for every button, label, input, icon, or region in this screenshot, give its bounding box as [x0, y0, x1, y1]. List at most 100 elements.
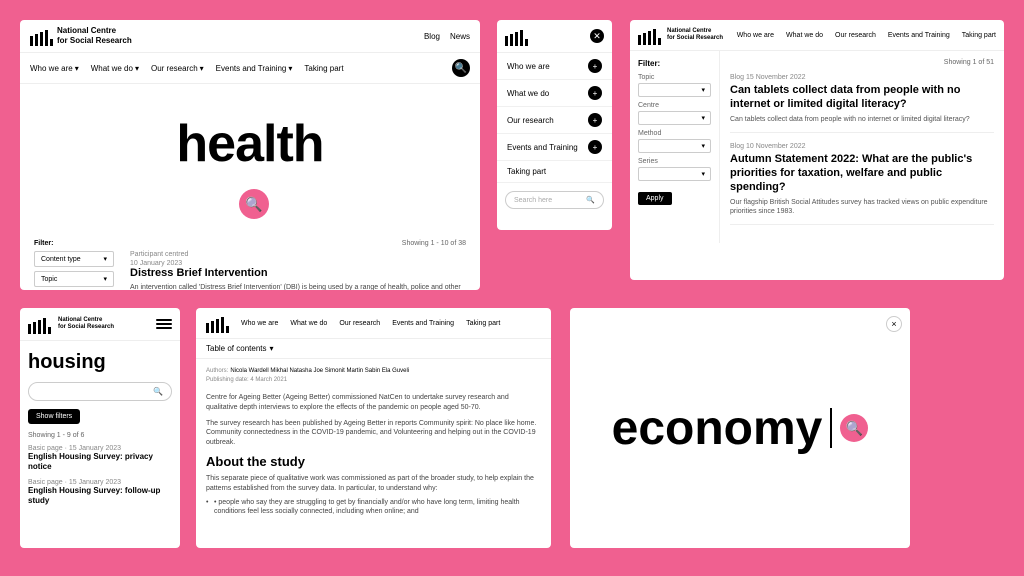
events-nav[interactable]: Events and Training ▾ — [216, 64, 293, 73]
economy-title-area: economy 🔍 — [612, 401, 869, 456]
taking-part-nav[interactable]: Taking part — [304, 64, 343, 73]
logo-bar-1 — [30, 36, 33, 46]
housing-search-icon[interactable]: 🔍 — [153, 387, 163, 396]
our-research-nav-3[interactable]: Our research — [835, 32, 876, 39]
card3-logo-text: National Centre for Social Research — [667, 28, 723, 42]
linkedin-link[interactable]: LinkedIn — [518, 359, 541, 389]
close-icon[interactable]: ✕ — [590, 29, 604, 43]
article-meta-row: Authors: Nicola Wardell Mikhal Natasha J… — [206, 367, 541, 389]
filter-title: Filter: — [638, 59, 711, 68]
topic-filter-group: Topic ▾ — [638, 74, 711, 97]
blog-link[interactable]: Blog — [424, 32, 440, 41]
search-icon[interactable]: 🔍 — [452, 59, 470, 77]
mobile-search-icon[interactable]: 🔍 — [586, 196, 595, 204]
logo-bar-5 — [50, 39, 53, 46]
filter-label: Filter: — [34, 240, 114, 247]
article1-date: 15 November 2022 — [746, 74, 806, 81]
who-we-are-nav[interactable]: Who we are ▾ — [30, 64, 79, 73]
logo-bar-3 — [40, 32, 43, 46]
share-label: Share — [440, 359, 456, 389]
result-desc: An intervention called 'Distress Brief I… — [130, 283, 466, 290]
mobile-nav-who[interactable]: Who we are + — [497, 53, 612, 80]
card4-logo-icon — [28, 314, 51, 334]
housing-search-input[interactable]: 🔍 — [28, 382, 172, 401]
article-item-1: Blog 15 November 2022 Can tablets collec… — [730, 74, 994, 133]
card-health-search: National Centre for Social Research Blog… — [20, 20, 480, 290]
taking-part-nav-5[interactable]: Taking part — [466, 320, 500, 327]
article1-meta: Blog 15 November 2022 — [730, 74, 994, 81]
article-body-text-3: This separate piece of qualitative work … — [206, 474, 541, 494]
who-we-are-nav-3[interactable]: Who we are — [737, 32, 774, 39]
method-label: Method — [638, 130, 711, 137]
mobile-nav-taking[interactable]: Taking part — [497, 161, 612, 183]
result-content: Showing 1 - 10 of 38 Participant centred… — [130, 240, 466, 290]
what-we-do-nav[interactable]: What we do ▾ — [91, 64, 139, 73]
news-link[interactable]: News — [450, 32, 470, 41]
topic-label: Topic — [638, 74, 711, 81]
article-body-text-2: The survey research has been published b… — [206, 419, 541, 448]
events-nav-5[interactable]: Events and Training — [392, 320, 454, 327]
card4-header: National Centre for Social Research — [20, 308, 180, 341]
filter-panel: Filter: Content type ▾ Topic ▾ Centre ▾ — [34, 240, 114, 290]
article-body: Authors: Nicola Wardell Mikhal Natasha J… — [196, 359, 551, 525]
card3-nav: National Centre for Social Research Who … — [630, 20, 1004, 51]
content-type-filter[interactable]: Content type ▾ — [34, 251, 114, 267]
showing-count: Showing 1 - 10 of 38 — [130, 240, 466, 247]
articles-panel: Showing 1 of 51 Blog 15 November 2022 Ca… — [720, 51, 1004, 243]
method-filter-group: Method ▾ — [638, 130, 711, 153]
article2-date: 10 November 2022 — [746, 143, 806, 150]
article1-title[interactable]: Can tablets collect data from people wit… — [730, 83, 994, 112]
share-row: Share Twitter Facebook LinkedIn — [440, 359, 541, 389]
economy-search-button[interactable]: 🔍 — [840, 414, 868, 442]
our-research-nav[interactable]: Our research ▾ — [151, 64, 204, 73]
authors-block: Authors: Nicola Wardell Mikhal Natasha J… — [206, 367, 409, 389]
housing-result-1: Basic page · 15 January 2023 English Hou… — [28, 445, 172, 473]
housing-showing: Showing 1 - 9 of 6 — [28, 432, 172, 439]
what-we-do-nav-3[interactable]: What we do — [786, 32, 823, 39]
hero-title: health — [176, 114, 323, 174]
search-button[interactable]: 🔍 — [239, 189, 269, 219]
topic-dropdown[interactable]: ▾ — [638, 83, 711, 97]
result2-title[interactable]: English Housing Survey: follow-up study — [28, 486, 172, 507]
result1-meta: Basic page · 15 January 2023 — [28, 445, 172, 452]
table-of-contents-bar: Table of contents ▾ — [196, 339, 551, 359]
facebook-link[interactable]: Facebook — [486, 359, 512, 389]
mobile-logo — [505, 26, 590, 46]
twitter-link[interactable]: Twitter — [462, 359, 480, 389]
mobile-nav-research[interactable]: Our research + — [497, 107, 612, 134]
chevron-icon: + — [588, 59, 602, 73]
mobile-nav-events[interactable]: Events and Training + — [497, 134, 612, 161]
centre-dropdown[interactable]: ▾ — [638, 111, 711, 125]
article2-desc: Our flagship British Social Attitudes su… — [730, 198, 994, 216]
card-mobile-nav: ✕ Who we are + What we do + Our research… — [497, 20, 612, 230]
our-research-nav-5[interactable]: Our research — [339, 320, 380, 327]
result1-title[interactable]: English Housing Survey: privacy notice — [28, 452, 172, 473]
mobile-search-bar[interactable]: Search here 🔍 — [505, 191, 604, 209]
who-we-are-nav-5[interactable]: Who we are — [241, 320, 278, 327]
show-filters-button[interactable]: Show filters — [28, 409, 80, 424]
hamburger-menu[interactable] — [156, 316, 172, 332]
hero-section: health 🔍 — [20, 84, 480, 234]
article2-title[interactable]: Autumn Statement 2022: What are the publ… — [730, 152, 994, 195]
authors-names: Nicola Wardell Mikhal Natasha Joe Simoni… — [230, 368, 409, 374]
method-dropdown[interactable]: ▾ — [638, 139, 711, 153]
result-title[interactable]: Distress Brief Intervention — [130, 267, 466, 279]
card-article-body: Who we are What we do Our research Event… — [196, 308, 551, 548]
mobile-nav-what[interactable]: What we do + — [497, 80, 612, 107]
apply-button[interactable]: Apply — [638, 192, 672, 205]
search-row: 🔍 — [40, 189, 460, 219]
result-tag: Participant centred — [130, 251, 466, 258]
what-we-do-nav-5[interactable]: What we do — [290, 320, 327, 327]
article2-meta: Blog 10 November 2022 — [730, 143, 994, 150]
mobile-logo-icon — [505, 26, 528, 46]
article-body-text-1: Centre for Ageing Better (Ageing Better)… — [206, 393, 541, 413]
topic-filter[interactable]: Topic ▾ — [34, 271, 114, 287]
close-button[interactable]: × — [886, 316, 902, 332]
events-nav-3[interactable]: Events and Training — [888, 32, 950, 39]
taking-part-nav-3[interactable]: Taking part — [962, 32, 996, 39]
result-date: 10 January 2023 — [130, 260, 466, 267]
mobile-header: ✕ — [497, 20, 612, 53]
toc-toggle[interactable]: Table of contents ▾ — [206, 344, 541, 353]
series-dropdown[interactable]: ▾ — [638, 167, 711, 181]
series-label: Series — [638, 158, 711, 165]
